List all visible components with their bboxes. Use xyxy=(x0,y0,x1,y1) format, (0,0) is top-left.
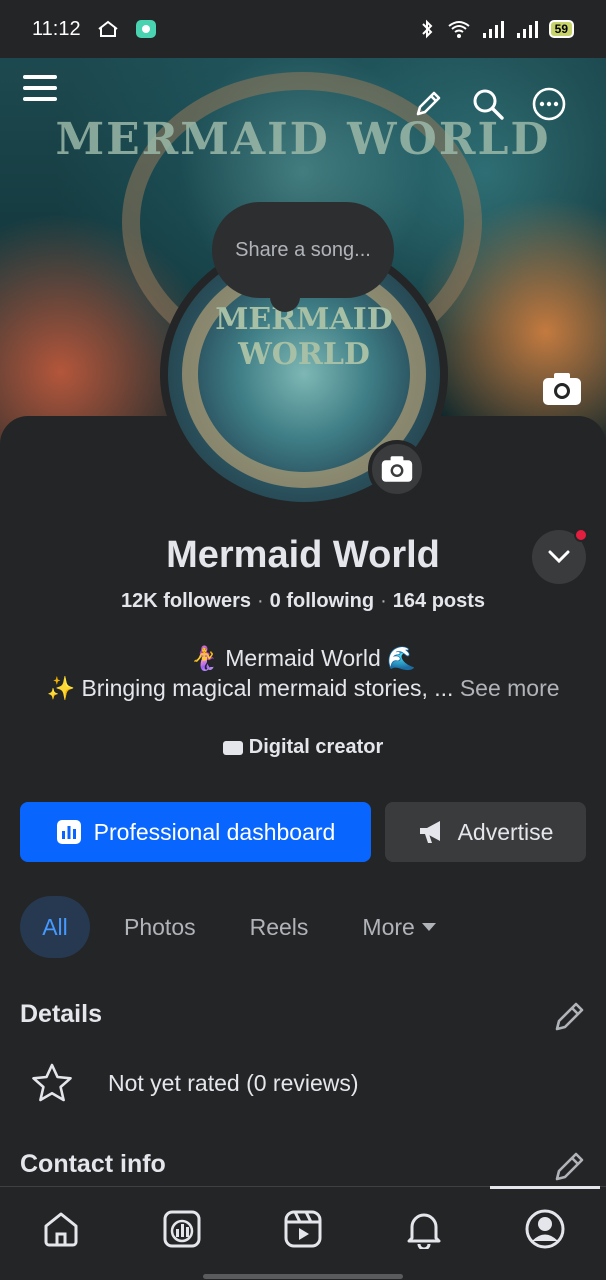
bio-line-1: 🧜‍♀️ Mermaid World 🌊 xyxy=(190,645,416,671)
wifi-icon xyxy=(448,21,470,38)
tab-more[interactable]: More xyxy=(342,896,456,958)
battery-indicator: 59 xyxy=(548,20,574,38)
caret-down-icon xyxy=(421,923,436,931)
posts-count: 164 posts xyxy=(392,590,486,612)
nav-home[interactable] xyxy=(31,1199,91,1259)
profile-name: Mermaid World xyxy=(166,534,440,576)
avatar-title-art: MERMAID WORLD xyxy=(215,302,393,372)
search-icon xyxy=(473,89,504,120)
bio-text: ✨ Bringing magical mermaid stories, ... xyxy=(46,675,454,701)
details-title: Details xyxy=(20,1000,102,1028)
signal-icon-2 xyxy=(516,21,538,38)
home-icon xyxy=(44,1212,78,1246)
edit-profile-picture-button[interactable] xyxy=(368,440,426,498)
followers-count[interactable]: 12K followers xyxy=(121,590,251,612)
top-action-bar xyxy=(0,70,606,130)
see-more-link[interactable]: See more xyxy=(460,675,560,701)
edit-profile-button[interactable] xyxy=(404,80,452,128)
notification-dot xyxy=(574,528,588,542)
chevron-down-icon xyxy=(548,550,570,564)
following-count[interactable]: 0 following xyxy=(270,590,374,612)
nav-reels[interactable] xyxy=(273,1199,333,1259)
profile-tabs: All Photos Reels More xyxy=(20,896,471,958)
search-button[interactable] xyxy=(464,80,512,128)
tab-all[interactable]: All xyxy=(20,896,90,958)
notifications-icon xyxy=(407,1213,441,1249)
more-icon xyxy=(532,87,566,121)
megaphone-icon xyxy=(419,821,440,843)
stats-separator: · xyxy=(380,590,387,612)
status-bar: 11:12 59 xyxy=(0,0,606,58)
bio-line-2: ✨ Bringing magical mermaid stories, ... … xyxy=(0,675,606,702)
camera-icon xyxy=(543,373,581,405)
signal-icon xyxy=(482,21,504,38)
reels-icon xyxy=(284,1210,322,1247)
star-icon xyxy=(32,1063,72,1102)
profile-category: Digital creator xyxy=(0,736,606,759)
tab-photos[interactable]: Photos xyxy=(104,896,216,958)
dashboard-icon xyxy=(163,1210,201,1247)
chat-notification-icon xyxy=(135,20,156,38)
bluetooth-icon xyxy=(421,19,433,39)
stats-separator: · xyxy=(257,590,264,612)
more-options-button[interactable] xyxy=(525,80,573,128)
clock: 11:12 xyxy=(32,17,81,40)
bottom-navigation xyxy=(0,1186,606,1280)
pencil-icon xyxy=(416,91,441,116)
app-notification-icon xyxy=(97,20,118,37)
category-label: Digital creator xyxy=(248,736,384,758)
tab-more-label: More xyxy=(362,913,415,940)
rating-row: Not yet rated (0 reviews) xyxy=(30,1062,359,1104)
advertise-label: Advertise xyxy=(457,818,554,845)
nav-dashboard[interactable] xyxy=(152,1199,212,1259)
nav-profile[interactable] xyxy=(515,1199,575,1259)
professional-dashboard-button[interactable]: Professional dashboard xyxy=(20,802,371,862)
profile-icon xyxy=(525,1209,565,1248)
camera-icon xyxy=(381,456,413,482)
active-tab-indicator xyxy=(490,1186,600,1189)
profile-switch-button[interactable] xyxy=(532,528,588,584)
advertise-button[interactable]: Advertise xyxy=(385,802,586,862)
dashboard-label: Professional dashboard xyxy=(93,818,336,845)
menu-icon xyxy=(23,75,57,101)
profile-stats: 12K followers · 0 following · 164 posts xyxy=(0,590,606,613)
category-icon xyxy=(222,740,243,755)
tab-reels[interactable]: Reels xyxy=(230,896,329,958)
edit-cover-button[interactable] xyxy=(528,360,596,418)
dashboard-icon xyxy=(56,820,81,844)
edit-contact-pencil-icon[interactable] xyxy=(552,1150,586,1184)
menu-button[interactable] xyxy=(16,64,64,112)
edit-details-pencil-icon[interactable] xyxy=(552,1000,586,1034)
share-song-bubble[interactable]: Share a song... xyxy=(212,202,394,298)
rating-text: Not yet rated (0 reviews) xyxy=(108,1069,359,1096)
home-indicator[interactable] xyxy=(203,1274,403,1279)
contact-info-title: Contact info xyxy=(20,1150,166,1178)
nav-notifications[interactable] xyxy=(394,1199,454,1259)
